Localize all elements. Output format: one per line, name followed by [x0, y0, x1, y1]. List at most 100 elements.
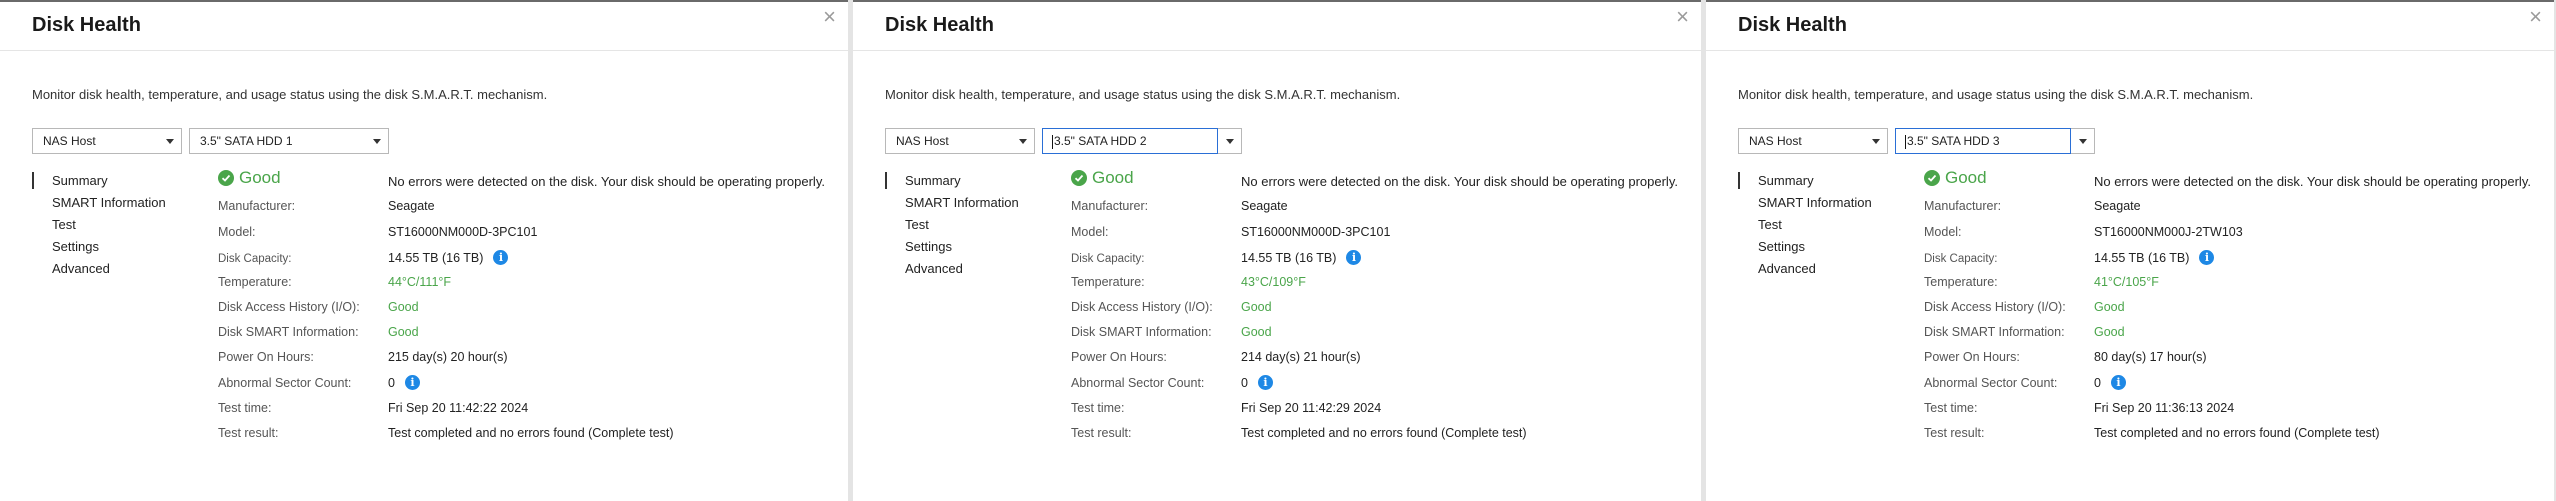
- info-icon[interactable]: i: [2199, 250, 2215, 265]
- chevron-down-icon: [1012, 129, 1034, 153]
- dialog-title: Disk Health: [885, 14, 994, 36]
- info-icon[interactable]: i: [404, 375, 420, 390]
- row-power-on: Power On Hours: 215 day(s) 20 hour(s): [218, 350, 508, 364]
- row-temperature: Temperature: 44°C/111°F: [218, 275, 451, 289]
- model-value: ST16000NM000J-2TW103: [2094, 225, 2243, 239]
- host-select[interactable]: NAS Host: [1738, 128, 1888, 154]
- row-abnormal: Abnormal Sector Count: 0 i: [1071, 375, 1273, 390]
- nav-item-settings[interactable]: Settings: [32, 236, 166, 258]
- text-cursor: [1052, 134, 1053, 149]
- power-on-value: 214 day(s) 21 hour(s): [1241, 350, 1361, 364]
- disk-select[interactable]: 3.5" SATA HDD 1: [189, 128, 389, 154]
- manufacturer-value: Seagate: [388, 199, 435, 213]
- host-select[interactable]: NAS Host: [885, 128, 1035, 154]
- dialog-header: Disk Health ×: [1706, 2, 2554, 51]
- info-icon[interactable]: i: [1346, 250, 1362, 265]
- model-label: Model:: [1071, 225, 1109, 239]
- chevron-down-icon: [2078, 138, 2087, 144]
- nav-item-smart-information[interactable]: SMART Information: [1738, 192, 1872, 214]
- row-power-on: Power On Hours: 80 day(s) 17 hour(s): [1924, 350, 2207, 364]
- model-value: ST16000NM000D-3PC101: [388, 225, 538, 239]
- side-nav: Summary SMART Information Test Settings …: [32, 170, 166, 280]
- nav-item-summary[interactable]: Summary: [1738, 170, 1872, 192]
- disk-select-input[interactable]: 3.5" SATA HDD 2: [1042, 128, 1218, 154]
- nav-item-test[interactable]: Test: [32, 214, 166, 236]
- row-power-on: Power On Hours: 214 day(s) 21 hour(s): [1071, 350, 1361, 364]
- health-status-message: No errors were detected on the disk. You…: [2094, 174, 2531, 189]
- capacity-value: 14.55 TB (16 TB) i: [388, 250, 509, 265]
- row-access-history: Disk Access History (I/O): Good: [1071, 300, 1272, 314]
- manufacturer-value: Seagate: [1241, 199, 1288, 213]
- disk-select-dropdown-button[interactable]: [1218, 128, 1242, 154]
- health-status-text: Good: [1092, 168, 1134, 187]
- row-manufacturer: Manufacturer: Seagate: [1071, 199, 1288, 213]
- temperature-value: 43°C/109°F: [1241, 275, 1306, 289]
- temperature-label: Temperature:: [1071, 275, 1145, 289]
- abnormal-value: 0i: [2094, 375, 2126, 390]
- power-on-label: Power On Hours:: [218, 350, 314, 364]
- capacity-value: 14.55 TB (16 TB) i: [2094, 250, 2215, 265]
- dialog-description: Monitor disk health, temperature, and us…: [885, 87, 1401, 102]
- nav-item-smart-information[interactable]: SMART Information: [32, 192, 166, 214]
- access-history-label: Disk Access History (I/O):: [1071, 300, 1213, 314]
- disk-select-value: 3.5" SATA HDD 2: [1054, 134, 1147, 148]
- nav-item-advanced[interactable]: Advanced: [32, 258, 166, 280]
- temperature-value: 44°C/111°F: [388, 275, 452, 289]
- access-history-value: Good: [2094, 300, 2125, 314]
- disk-health-dialog-3: Disk Health × Monitor disk health, tempe…: [1706, 0, 2554, 501]
- health-status-message: No errors were detected on the disk. You…: [1241, 174, 1678, 189]
- nav-item-smart-information[interactable]: SMART Information: [885, 192, 1019, 214]
- capacity-label: Disk Capacity:: [218, 252, 292, 265]
- row-abnormal: Abnormal Sector Count: 0 i: [1924, 375, 2126, 390]
- check-circle-icon: [1924, 170, 1940, 186]
- chevron-down-icon: [1225, 138, 1234, 144]
- test-result-value: Test completed and no errors found (Comp…: [388, 426, 674, 440]
- test-time-value: Fri Sep 20 11:36:13 2024: [2094, 401, 2235, 415]
- row-test-result: Test result: Test completed and no errors…: [1924, 426, 2380, 440]
- abnormal-value: 0i: [1241, 375, 1273, 390]
- nav-item-advanced[interactable]: Advanced: [885, 258, 1019, 280]
- nav-item-summary[interactable]: Summary: [885, 170, 1019, 192]
- text-cursor: [1905, 134, 1906, 149]
- check-circle-icon: [1071, 170, 1087, 186]
- model-label: Model:: [218, 225, 256, 239]
- row-access-history: Disk Access History (I/O): Good: [218, 300, 419, 314]
- info-icon[interactable]: i: [2110, 375, 2126, 390]
- health-status-text: Good: [1945, 168, 1987, 187]
- close-icon[interactable]: ×: [1676, 6, 1689, 28]
- host-select-value: NAS Host: [896, 134, 949, 148]
- test-result-value: Test completed and no errors found (Comp…: [1241, 426, 1527, 440]
- row-temperature: Temperature: 43°C/109°F: [1071, 275, 1306, 289]
- dialog-header: Disk Health ×: [853, 2, 1701, 51]
- manufacturer-label: Manufacturer:: [1924, 199, 2002, 213]
- capacity-text: 14.55 TB (16 TB): [1241, 250, 1337, 265]
- abnormal-value: 0i: [388, 375, 420, 390]
- close-icon[interactable]: ×: [2529, 6, 2542, 28]
- host-select[interactable]: NAS Host: [32, 128, 182, 154]
- row-test-time: Test time: Fri Sep 20 11:42:22 2024: [218, 401, 528, 415]
- nav-item-summary[interactable]: Summary: [32, 170, 166, 192]
- info-icon[interactable]: i: [493, 250, 509, 265]
- disk-select-dropdown-button[interactable]: [2071, 128, 2095, 154]
- nav-item-settings[interactable]: Settings: [885, 236, 1019, 258]
- nav-item-test[interactable]: Test: [885, 214, 1019, 236]
- info-icon[interactable]: i: [1257, 375, 1273, 390]
- test-result-value: Test completed and no errors found (Comp…: [2094, 426, 2380, 440]
- smart-info-label: Disk SMART Information:: [218, 325, 359, 339]
- row-capacity: Disk Capacity: 14.55 TB (16 TB) i: [1924, 250, 2215, 265]
- close-icon[interactable]: ×: [823, 6, 836, 28]
- nav-item-settings[interactable]: Settings: [1738, 236, 1872, 258]
- capacity-label: Disk Capacity:: [1071, 252, 1145, 265]
- disk-select-input[interactable]: 3.5" SATA HDD 3: [1895, 128, 2071, 154]
- capacity-value: 14.55 TB (16 TB) i: [1241, 250, 1362, 265]
- nav-item-test[interactable]: Test: [1738, 214, 1872, 236]
- row-test-time: Test time: Fri Sep 20 11:36:13 2024: [1924, 401, 2234, 415]
- row-test-time: Test time: Fri Sep 20 11:42:29 2024: [1071, 401, 1381, 415]
- smart-info-value: Good: [388, 325, 419, 339]
- health-status: Good: [218, 168, 281, 188]
- access-history-value: Good: [388, 300, 419, 314]
- side-nav: Summary SMART Information Test Settings …: [1738, 170, 1872, 280]
- chevron-down-icon: [1865, 129, 1887, 153]
- smart-info-value: Good: [2094, 325, 2125, 339]
- nav-item-advanced[interactable]: Advanced: [1738, 258, 1872, 280]
